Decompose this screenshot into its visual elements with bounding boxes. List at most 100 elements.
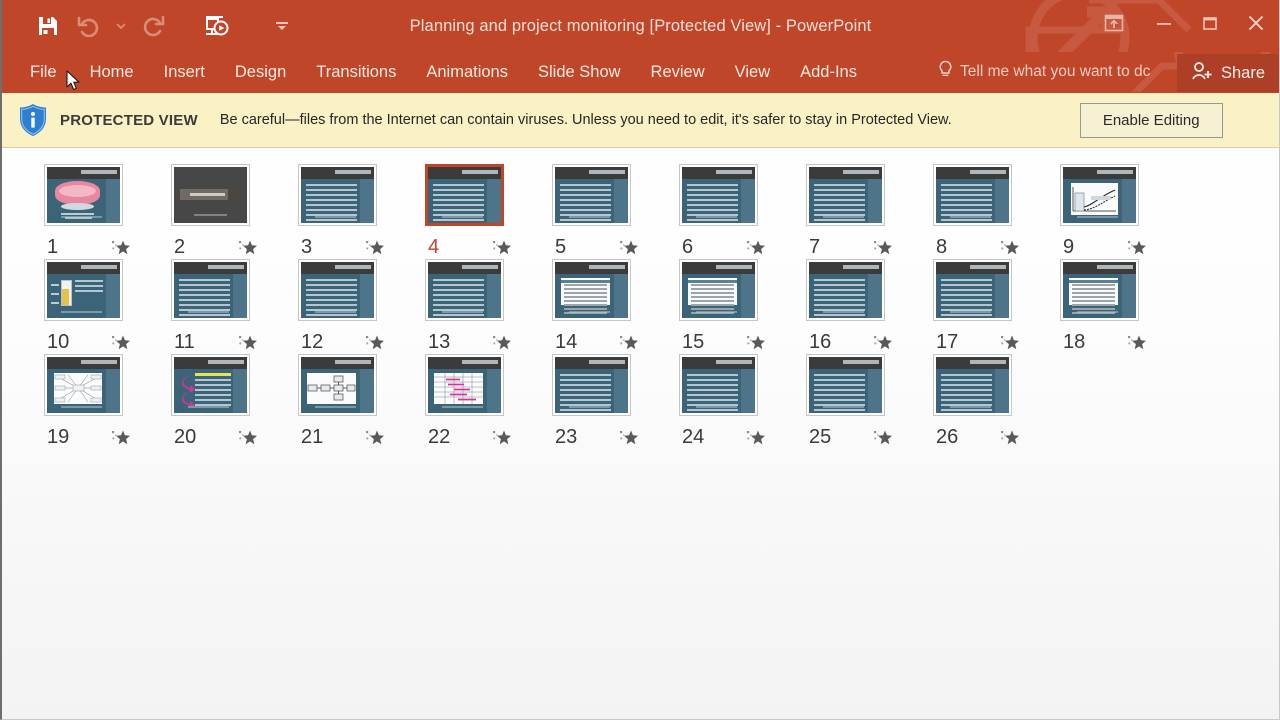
slide-thumbnail-20[interactable]: 20 [168, 354, 295, 449]
undo-icon[interactable] [68, 6, 108, 46]
slide-thumbnail-15[interactable]: 15 [676, 259, 803, 354]
slide-thumb-image[interactable] [809, 262, 882, 318]
slide-thumbnail-8[interactable]: 8 [930, 164, 1057, 259]
start-from-beginning-icon[interactable] [196, 6, 236, 46]
quick-access-toolbar[interactable] [28, 0, 302, 52]
slide-thumb-frame[interactable] [679, 259, 758, 321]
star-icon[interactable] [873, 238, 893, 258]
restore-icon[interactable] [1187, 0, 1233, 46]
slide-thumb-image[interactable] [301, 262, 374, 318]
slide-thumb-image[interactable] [936, 357, 1009, 413]
slide-thumbnail-2[interactable]: 2 [168, 164, 295, 259]
star-icon[interactable] [111, 238, 131, 258]
undo-dropdown-icon[interactable] [108, 6, 134, 46]
star-icon[interactable] [619, 333, 639, 353]
slide-thumb-image[interactable] [1063, 167, 1136, 223]
tab-review[interactable]: Review [636, 52, 720, 92]
slide-thumbnail-21[interactable]: 21 [295, 354, 422, 449]
star-icon[interactable] [1127, 333, 1147, 353]
star-icon[interactable] [873, 428, 893, 448]
star-icon[interactable] [1127, 238, 1147, 258]
slide-thumb-frame[interactable] [298, 354, 377, 416]
slide-thumb-image[interactable] [936, 167, 1009, 223]
slide-thumb-image[interactable] [555, 167, 628, 223]
slide-thumb-image[interactable] [174, 357, 247, 413]
star-icon[interactable] [111, 428, 131, 448]
slide-thumb-frame[interactable] [806, 259, 885, 321]
star-icon[interactable] [746, 333, 766, 353]
tab-design[interactable]: Design [220, 52, 301, 92]
slide-thumbnail-14[interactable]: 14 [549, 259, 676, 354]
star-icon[interactable] [492, 238, 512, 258]
slide-thumbnail-23[interactable]: 23 [549, 354, 676, 449]
slide-thumb-frame[interactable] [1060, 259, 1139, 321]
tab-home[interactable]: Home [75, 52, 149, 92]
slide-thumb-image[interactable] [174, 167, 247, 223]
save-icon[interactable] [28, 6, 68, 46]
slide-thumbnail-12[interactable]: 12 [295, 259, 422, 354]
slide-thumb-frame[interactable] [806, 354, 885, 416]
tab-animations[interactable]: Animations [411, 52, 523, 92]
slide-thumbnail-22[interactable]: 22 [422, 354, 549, 449]
slide-thumb-frame[interactable] [44, 164, 123, 226]
tab-view[interactable]: View [720, 52, 785, 92]
star-icon[interactable] [619, 238, 639, 258]
slide-thumb-frame[interactable] [679, 164, 758, 226]
slide-thumbnail-1[interactable]: 1 [41, 164, 168, 259]
star-icon[interactable] [1000, 333, 1020, 353]
slide-thumb-frame[interactable] [425, 164, 504, 226]
star-icon[interactable] [492, 428, 512, 448]
slide-thumb-frame[interactable] [552, 354, 631, 416]
slide-thumb-frame[interactable] [171, 354, 250, 416]
close-icon[interactable] [1233, 0, 1279, 46]
customize-quick-access-toolbar-icon[interactable] [262, 6, 302, 46]
star-icon[interactable] [746, 238, 766, 258]
slide-thumb-image[interactable] [809, 167, 882, 223]
slide-thumbnail-13[interactable]: 13 [422, 259, 549, 354]
slide-thumb-frame[interactable] [171, 259, 250, 321]
slide-thumb-image[interactable] [682, 167, 755, 223]
slide-thumb-image[interactable] [428, 357, 501, 413]
slide-thumbnail-5[interactable]: 5 [549, 164, 676, 259]
slide-thumbnail-10[interactable]: 10 [41, 259, 168, 354]
slide-thumb-image[interactable] [47, 262, 120, 318]
slide-thumbnail-26[interactable]: 26 [930, 354, 1057, 449]
star-icon[interactable] [238, 428, 258, 448]
slide-thumbnail-4[interactable]: 4 [422, 164, 549, 259]
tab-insert[interactable]: Insert [149, 52, 220, 92]
slide-thumb-image[interactable] [174, 262, 247, 318]
slide-thumbnail-3[interactable]: 3 [295, 164, 422, 259]
slide-thumb-frame[interactable] [933, 259, 1012, 321]
slide-thumb-frame[interactable] [806, 164, 885, 226]
tab-transitions[interactable]: Transitions [301, 52, 411, 92]
slide-thumbnail-24[interactable]: 24 [676, 354, 803, 449]
tab-slide-show[interactable]: Slide Show [523, 52, 636, 92]
slide-thumbnail-11[interactable]: 11 [168, 259, 295, 354]
slide-thumb-frame[interactable] [933, 354, 1012, 416]
slide-thumb-image[interactable] [555, 262, 628, 318]
slide-thumb-image[interactable] [936, 262, 1009, 318]
slide-thumb-image[interactable] [682, 357, 755, 413]
tell-me-search[interactable]: Tell me what you want to dc [938, 52, 1150, 92]
star-icon[interactable] [619, 428, 639, 448]
star-icon[interactable] [873, 333, 893, 353]
slide-thumb-frame[interactable] [44, 354, 123, 416]
slide-thumb-frame[interactable] [298, 164, 377, 226]
star-icon[interactable] [1000, 238, 1020, 258]
ribbon-display-options-icon[interactable] [1087, 0, 1141, 46]
slide-thumb-image[interactable] [682, 262, 755, 318]
ribbon-tabs[interactable]: File Home Insert Design Transitions Anim… [30, 52, 872, 92]
minimize-icon[interactable] [1141, 0, 1187, 46]
slide-thumbnail-19[interactable]: 19 [41, 354, 168, 449]
slide-thumb-image[interactable] [809, 357, 882, 413]
share-button[interactable]: Share [1176, 54, 1279, 92]
star-icon[interactable] [111, 333, 131, 353]
star-icon[interactable] [1000, 428, 1020, 448]
slide-thumbnail-16[interactable]: 16 [803, 259, 930, 354]
slide-thumb-frame[interactable] [171, 164, 250, 226]
slide-thumb-frame[interactable] [298, 259, 377, 321]
slide-thumb-frame[interactable] [552, 259, 631, 321]
star-icon[interactable] [238, 333, 258, 353]
slide-thumbnail-9[interactable]: 9 [1057, 164, 1184, 259]
slide-thumb-image[interactable] [428, 167, 501, 223]
